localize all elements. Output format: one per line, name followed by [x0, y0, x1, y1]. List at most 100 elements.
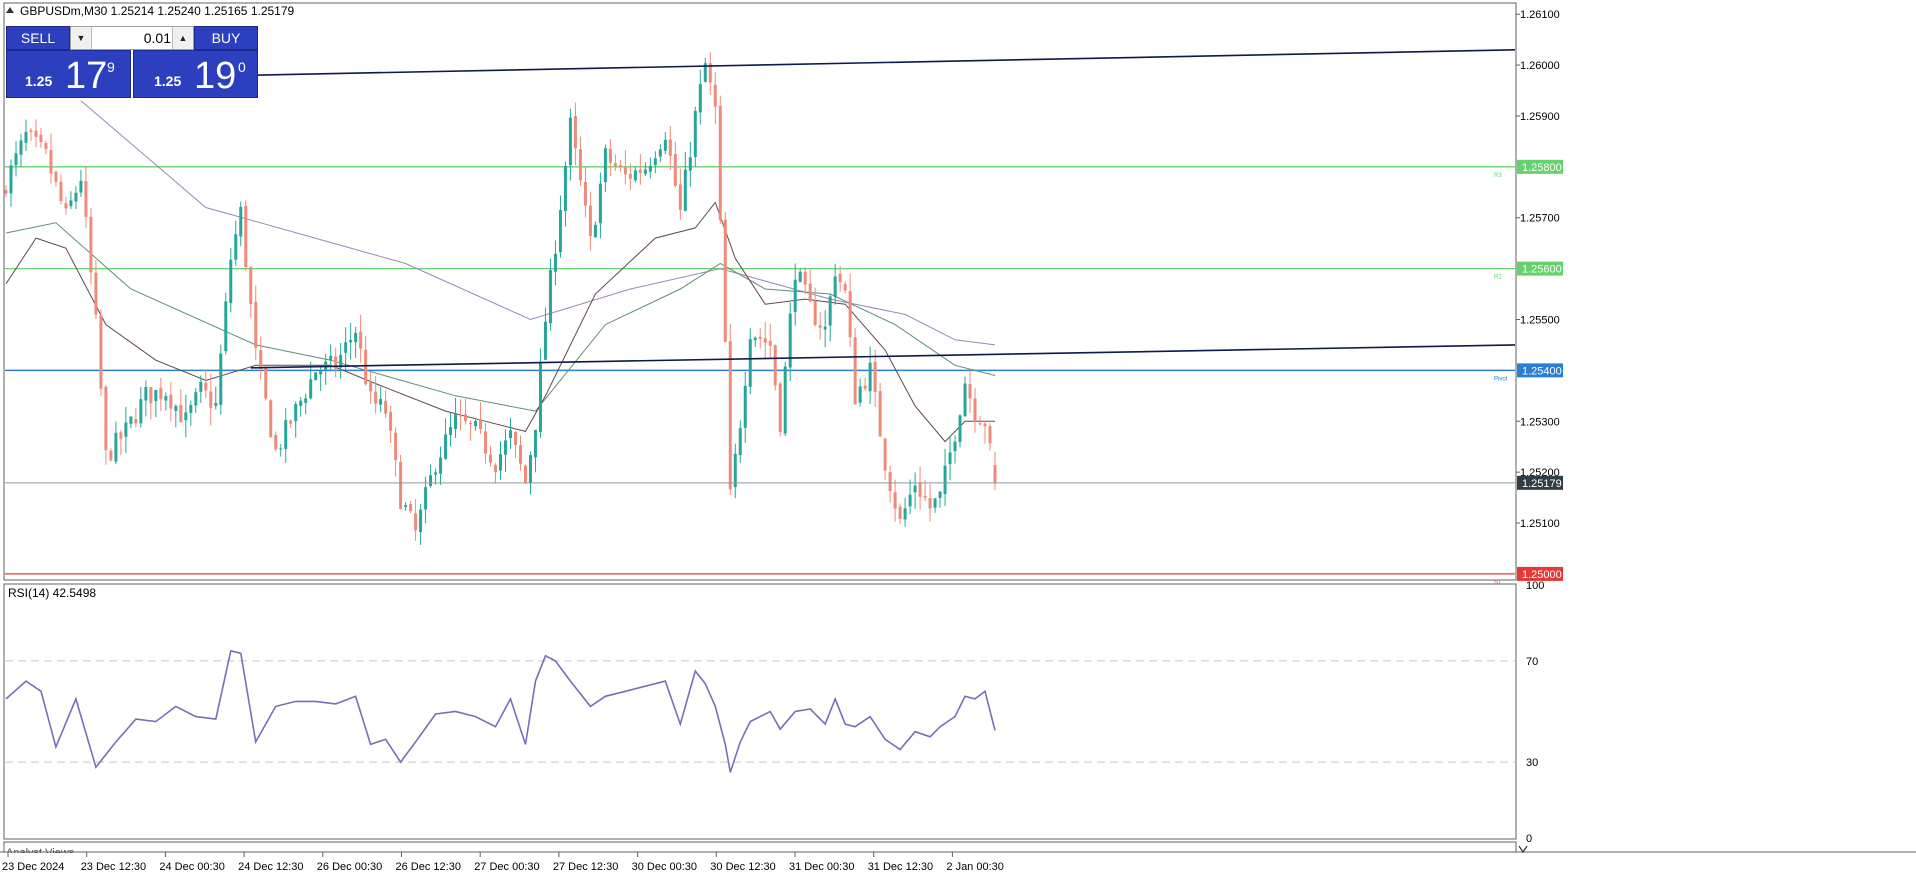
time-tick-label: 24 Dec 12:30: [238, 861, 303, 873]
candle-body: [74, 192, 78, 202]
candle-body: [638, 169, 642, 174]
time-tick-label: 27 Dec 12:30: [553, 861, 618, 873]
candle-body: [79, 180, 83, 193]
price-axis: 1.26100 1.26000 1.25900 1.25700 1.25500 1.253…: [1516, 9, 1563, 581]
price-tick-label: 1.25700: [1520, 213, 1560, 225]
candle-body: [354, 332, 358, 343]
candle-body: [179, 405, 183, 423]
candle-body: [374, 391, 378, 404]
candle-body: [39, 134, 43, 143]
candle-body: [578, 149, 582, 181]
candle-body: [424, 487, 428, 510]
candle-body: [434, 472, 438, 475]
rsi-tick-label: 30: [1526, 757, 1538, 769]
time-tick-label: 24 Dec 00:30: [159, 861, 224, 873]
chevron-up-icon[interactable]: ▲: [172, 27, 193, 49]
candle-body: [533, 429, 537, 458]
analyst-views-tab[interactable]: Analyst Views: [6, 843, 74, 853]
candle-body: [389, 411, 393, 431]
sell-price-superscript: 9: [107, 59, 115, 75]
candle-body: [309, 379, 313, 399]
candle-body: [164, 396, 168, 401]
candle-body: [818, 325, 822, 328]
candle-body: [489, 454, 493, 463]
candle-body: [209, 391, 213, 408]
candle-body: [668, 139, 672, 156]
candle-body: [474, 421, 478, 427]
price-tick-label: 1.25100: [1520, 518, 1560, 530]
candle-body: [683, 169, 687, 211]
candle-body: [713, 84, 717, 107]
candle-body: [918, 483, 922, 497]
candle-body: [548, 270, 552, 324]
chart-canvas: R3R2PivotS1 1.261001.260001.259001.25700…: [0, 2, 1916, 873]
candle-body: [429, 475, 433, 486]
candle-body: [119, 432, 123, 439]
buy-price-box[interactable]: 1.25 19 0: [133, 50, 258, 98]
candle-body: [618, 165, 622, 168]
lot-size-value[interactable]: 0.01: [93, 30, 171, 46]
candle-body: [808, 283, 812, 302]
sell-button[interactable]: SELL: [6, 26, 70, 50]
candle-body: [988, 426, 992, 444]
candle-body: [898, 506, 902, 519]
lot-size-field[interactable]: ▼ 0.01 ▲: [70, 26, 194, 50]
candle-body: [833, 276, 837, 298]
candle-body: [284, 420, 288, 449]
candle-body: [613, 163, 617, 167]
rsi-tick-label: 100: [1526, 580, 1544, 592]
candle-body: [109, 450, 113, 461]
candle-body: [154, 390, 158, 402]
candle-body: [793, 279, 797, 312]
candle-body: [883, 438, 887, 471]
candle-body: [384, 400, 388, 414]
candle-body: [439, 457, 443, 474]
candle-body: [803, 271, 807, 285]
candle-body: [583, 181, 587, 206]
candle-body: [69, 200, 73, 207]
symbol-info: GBPUSDm,M30 1.25214 1.25240 1.25165 1.25…: [20, 4, 295, 18]
time-tick-label: 23 Dec 12:30: [81, 861, 146, 873]
bottom-panel-frame: [3, 841, 1517, 853]
sell-price-big: 17: [65, 55, 108, 97]
candle-body: [444, 434, 448, 459]
candle-body: [139, 399, 143, 424]
candle-body: [993, 465, 997, 483]
candle-body: [494, 464, 498, 473]
candle-body: [573, 116, 577, 149]
candle-body: [269, 400, 273, 438]
candle-body: [778, 383, 782, 433]
candle-body: [19, 140, 23, 155]
candle-body: [409, 504, 413, 512]
candle-body: [214, 402, 218, 406]
candle-body: [99, 315, 103, 389]
candle-body: [943, 465, 947, 495]
candle-body: [34, 130, 38, 137]
candle-body: [279, 448, 283, 450]
chevron-down-icon[interactable]: [1518, 845, 1528, 854]
candle-body: [763, 338, 767, 343]
candle-body: [848, 291, 852, 338]
candle-body: [104, 386, 108, 451]
price-tick-label: 1.25900: [1520, 111, 1560, 123]
candle-body: [928, 498, 932, 509]
candle-body: [59, 181, 63, 202]
sell-price-box[interactable]: 1.25 17 9: [6, 50, 131, 98]
candle-body: [738, 428, 742, 456]
candle-body: [359, 331, 363, 349]
time-tick-label: 26 Dec 12:30: [396, 861, 461, 873]
rsi-title: RSI(14) 42.5498: [8, 586, 96, 600]
candle-body: [249, 267, 253, 304]
candle-body: [369, 382, 373, 392]
candle-body: [823, 326, 827, 330]
candle-body: [484, 431, 488, 454]
buy-button[interactable]: BUY: [194, 26, 258, 50]
candle-body: [758, 336, 762, 339]
chevron-down-icon[interactable]: ▼: [71, 27, 92, 49]
candle-body: [813, 301, 817, 325]
candle-body: [94, 272, 98, 315]
candle-body: [658, 149, 662, 157]
candle-body: [329, 355, 333, 360]
candle-body: [54, 171, 58, 182]
candle-body: [89, 216, 93, 273]
